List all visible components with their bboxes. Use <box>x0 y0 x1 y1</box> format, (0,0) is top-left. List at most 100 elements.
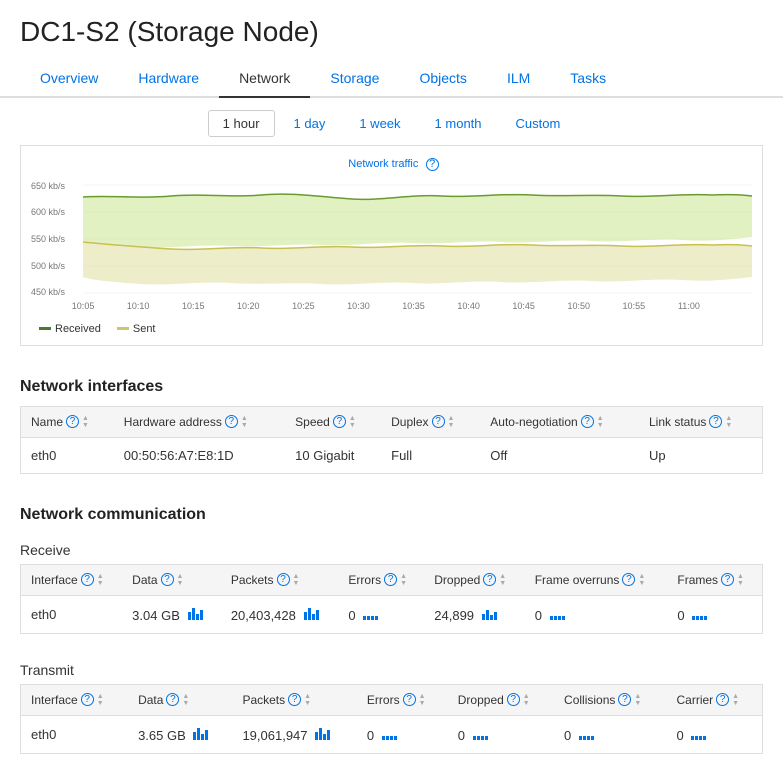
rx-packets-sort[interactable] <box>293 573 300 587</box>
rx-errors-sort[interactable] <box>400 573 407 587</box>
svg-text:10:55: 10:55 <box>623 301 646 311</box>
tab-hardware[interactable]: Hardware <box>118 60 219 98</box>
rx-dropped-help[interactable]: ? <box>483 573 496 586</box>
rx-frame-overruns-help[interactable]: ? <box>622 573 635 586</box>
tx-collisions-sort[interactable] <box>634 693 641 707</box>
received-color <box>39 327 51 330</box>
rx-frame-overruns-chart-icon[interactable] <box>550 606 565 620</box>
transmit-table: Interface ? Data ? Packets ? <box>21 685 762 753</box>
tx-dropped-help[interactable]: ? <box>507 693 520 706</box>
tx-errors-sort[interactable] <box>419 693 426 707</box>
ni-speed: 10 Gigabit <box>285 437 381 473</box>
th-auto-negotiation: Auto-negotiation ? <box>480 407 639 438</box>
th-tx-interface: Interface ? <box>21 685 128 716</box>
hardware-address-sort[interactable] <box>241 415 248 429</box>
name-help-icon[interactable]: ? <box>66 415 79 428</box>
tx-packets-sort[interactable] <box>304 693 311 707</box>
th-hardware-address: Hardware address ? <box>114 407 285 438</box>
duplex-sort[interactable] <box>448 415 455 429</box>
rx-dropped-chart-icon[interactable] <box>482 606 497 620</box>
main-tabs-nav: Overview Hardware Network Storage Object… <box>0 60 783 98</box>
time-tab-1month[interactable]: 1 month <box>420 110 497 137</box>
link-status-sort[interactable] <box>725 415 732 429</box>
time-tab-1hour[interactable]: 1 hour <box>208 110 275 137</box>
tab-ilm[interactable]: ILM <box>487 60 550 98</box>
rx-packets-help[interactable]: ? <box>277 573 290 586</box>
rx-errors-help[interactable]: ? <box>384 573 397 586</box>
svg-text:10:20: 10:20 <box>237 301 260 311</box>
table-row: eth0 3.04 GB 20,403,428 0 <box>21 595 762 633</box>
chart-title: Network traffic ? <box>31 156 752 171</box>
speed-sort[interactable] <box>349 415 356 429</box>
tx-interface-sort[interactable] <box>97 693 104 707</box>
tab-objects[interactable]: Objects <box>399 60 486 98</box>
th-name: Name ? <box>21 407 114 438</box>
rx-errors: 0 <box>338 595 424 633</box>
rx-data-help[interactable]: ? <box>161 573 174 586</box>
receive-header-row: Interface ? Data ? Packets ? <box>21 565 762 596</box>
rx-data-chart-icon[interactable] <box>188 606 203 620</box>
link-status-help-icon[interactable]: ? <box>709 415 722 428</box>
svg-text:500 kb/s: 500 kb/s <box>31 261 66 271</box>
svg-text:10:45: 10:45 <box>512 301 535 311</box>
tx-data-sort[interactable] <box>182 693 189 707</box>
th-rx-errors: Errors ? <box>338 565 424 596</box>
rx-interface-sort[interactable] <box>97 573 104 587</box>
th-rx-frame-overruns: Frame overruns ? <box>525 565 668 596</box>
tx-interface-help[interactable]: ? <box>81 693 94 706</box>
tx-carrier-chart-icon[interactable] <box>691 726 706 740</box>
tx-dropped-chart-icon[interactable] <box>473 726 488 740</box>
rx-packets-chart-icon[interactable] <box>304 606 319 620</box>
auto-neg-help-icon[interactable]: ? <box>581 415 594 428</box>
rx-interface-help[interactable]: ? <box>81 573 94 586</box>
time-tab-1day[interactable]: 1 day <box>279 110 341 137</box>
legend-sent-label: Sent <box>133 323 156 335</box>
rx-dropped: 24,899 <box>424 595 524 633</box>
rx-dropped-sort[interactable] <box>499 573 506 587</box>
tab-storage[interactable]: Storage <box>310 60 399 98</box>
transmit-header-row: Interface ? Data ? Packets ? <box>21 685 762 716</box>
table-row: eth0 00:50:56:A7:E8:1D 10 Gigabit Full O… <box>21 437 762 473</box>
tx-packets-help[interactable]: ? <box>288 693 301 706</box>
tx-errors-chart-icon[interactable] <box>382 726 397 740</box>
th-rx-dropped: Dropped ? <box>424 565 524 596</box>
speed-help-icon[interactable]: ? <box>333 415 346 428</box>
rx-frames-sort[interactable] <box>737 573 744 587</box>
tx-carrier-help[interactable]: ? <box>716 693 729 706</box>
rx-frames: 0 <box>667 595 762 633</box>
time-tab-1week[interactable]: 1 week <box>344 110 415 137</box>
tx-collisions-chart-icon[interactable] <box>579 726 594 740</box>
th-rx-packets: Packets ? <box>221 565 339 596</box>
tab-overview[interactable]: Overview <box>20 60 118 98</box>
svg-text:10:50: 10:50 <box>567 301 590 311</box>
th-tx-collisions: Collisions ? <box>554 685 666 716</box>
ni-link-status: Up <box>639 437 762 473</box>
tx-packets-chart-icon[interactable] <box>315 726 330 740</box>
duplex-help-icon[interactable]: ? <box>432 415 445 428</box>
tx-errors-help[interactable]: ? <box>403 693 416 706</box>
rx-frame-overruns-sort[interactable] <box>638 573 645 587</box>
svg-text:10:05: 10:05 <box>72 301 95 311</box>
rx-errors-chart-icon[interactable] <box>363 606 378 620</box>
auto-neg-sort[interactable] <box>597 415 604 429</box>
network-communication-title: Network communication <box>0 494 783 534</box>
rx-interface: eth0 <box>21 595 122 633</box>
tx-collisions-help[interactable]: ? <box>618 693 631 706</box>
tx-data-help[interactable]: ? <box>166 693 179 706</box>
rx-data-sort[interactable] <box>177 573 184 587</box>
legend-sent: Sent <box>117 323 156 335</box>
time-tab-custom[interactable]: Custom <box>501 110 576 137</box>
tx-carrier-sort[interactable] <box>732 693 739 707</box>
rx-frames-chart-icon[interactable] <box>692 606 707 620</box>
tx-dropped-sort[interactable] <box>523 693 530 707</box>
chart-help-icon[interactable]: ? <box>426 158 439 171</box>
tx-data-chart-icon[interactable] <box>193 726 208 740</box>
svg-text:11:00: 11:00 <box>678 301 700 311</box>
hardware-address-help-icon[interactable]: ? <box>225 415 238 428</box>
transmit-subtitle: Transmit <box>0 654 783 684</box>
transmit-table-wrapper: Interface ? Data ? Packets ? <box>20 684 763 754</box>
tab-network[interactable]: Network <box>219 60 310 98</box>
tab-tasks[interactable]: Tasks <box>550 60 626 98</box>
name-sort[interactable] <box>82 415 89 429</box>
rx-frames-help[interactable]: ? <box>721 573 734 586</box>
